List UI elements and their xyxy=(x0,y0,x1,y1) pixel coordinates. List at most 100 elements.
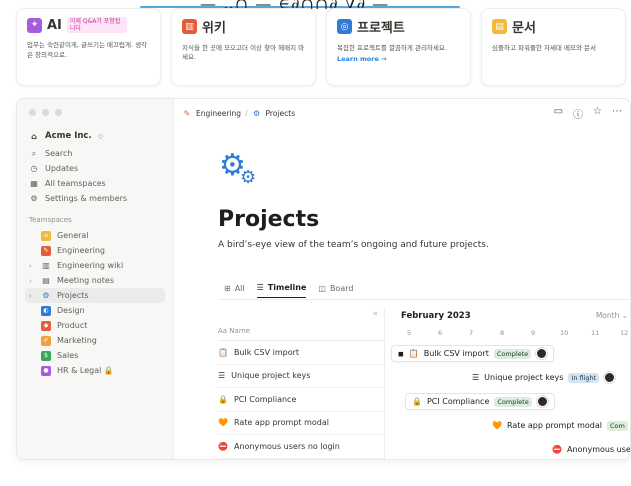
sidebar-item-label: Settings & members xyxy=(45,194,128,203)
sidebar-item-label: Updates xyxy=(45,164,79,173)
table-row[interactable]: ⛔ Anonymous users no login xyxy=(218,435,384,459)
bar-label: Bulk CSV import xyxy=(423,349,489,358)
sidebar-item-marketing[interactable]: ✐ Marketing xyxy=(25,333,165,348)
learn-more-link[interactable]: Learn more → xyxy=(337,55,460,63)
info-icon[interactable]: ⓘ xyxy=(573,106,583,121)
table-row[interactable]: 🔒 PCI Compliance xyxy=(218,388,384,412)
card-docs[interactable]: ▤ 문서 심플하고 파워풀한 자세대 메모와 문서 xyxy=(481,8,626,86)
bar-label: Anonymous use xyxy=(566,445,631,454)
card-projects[interactable]: ◎ 프로젝트 복잡한 프로젝트를 깔끔하게 관리하세요. Learn more … xyxy=(326,8,471,86)
sidebar-item-label: Sales xyxy=(57,351,79,360)
sidebar-item-engineering[interactable]: ✎ Engineering xyxy=(25,243,165,258)
home-icon: ⌂ xyxy=(31,131,37,141)
wrench-icon: ✎ xyxy=(41,245,51,256)
timeline-days: 5 6 7 8 9 10 11 12 xyxy=(385,329,630,343)
gears-icon: ⚙ xyxy=(42,291,50,300)
sidebar-item-design[interactable]: ◐ Design xyxy=(25,303,165,318)
collapse-icon[interactable]: « xyxy=(372,309,378,319)
clock-icon: ◷ xyxy=(30,164,38,173)
project-name: Unique project keys xyxy=(231,371,311,381)
card-description: 복잡한 프로젝트를 깔끔하게 관리하세요. xyxy=(337,44,447,52)
sidebar-item-all-teamspaces[interactable]: ▦ All teamspaces xyxy=(25,176,165,191)
timeline-bar[interactable]: 🔒 PCI Compliance Complete xyxy=(405,393,555,410)
tab-timeline[interactable]: ☰ Timeline xyxy=(256,283,307,298)
table-row[interactable]: ☰ Unique project keys xyxy=(218,365,384,388)
avatar xyxy=(536,396,548,407)
timeline-scale-select[interactable]: Month ⌄ xyxy=(596,311,628,320)
switch-icon: ◇ xyxy=(97,132,104,140)
project-icon: ☰ xyxy=(218,371,226,381)
star-icon[interactable]: ☆ xyxy=(593,106,602,121)
card-title: AI xyxy=(47,17,62,33)
timeline-month: February 2023 xyxy=(401,311,471,321)
tab-all[interactable]: ⊞ All xyxy=(224,283,245,298)
table-row[interactable]: 🧡 Rate app prompt modal xyxy=(218,412,384,435)
home-icon: ⌂ xyxy=(41,230,51,241)
breadcrumb: ✎ Engineering / ⚙ Projects xyxy=(182,108,295,118)
sidebar-item-hr-legal[interactable]: ● HR & Legal 🔒 xyxy=(25,363,165,378)
tab-board[interactable]: ◫ Board xyxy=(318,283,353,298)
breadcrumb-current[interactable]: Projects xyxy=(266,109,296,118)
bar-icon: ⛔ xyxy=(552,445,562,454)
chevron-right-icon[interactable]: › xyxy=(29,262,35,270)
bar-label: PCI Compliance xyxy=(426,397,490,406)
sidebar-item-search[interactable]: ⌕ Search xyxy=(25,146,165,161)
sidebar-item-label: HR & Legal 🔒 xyxy=(57,366,114,375)
comment-icon[interactable]: ▭ xyxy=(554,106,563,121)
bar-icon: 🔒 xyxy=(412,397,422,406)
timeline-bar[interactable]: ☰ Unique project keys In flight xyxy=(465,369,623,386)
sidebar-item-meeting-notes[interactable]: › ▤ Meeting notes xyxy=(25,273,165,288)
project-icon: ⛔ xyxy=(218,441,228,451)
sidebar-item-engineering-wiki[interactable]: › ▥ Engineering wiki xyxy=(25,258,165,273)
more-icon[interactable]: ⋯ xyxy=(612,106,622,121)
status-badge: In flight xyxy=(568,372,600,383)
timeline-bar[interactable]: ◼ 📋 Bulk CSV import Complete xyxy=(391,345,555,362)
project-icon: 🧡 xyxy=(218,418,228,428)
sparkle-icon: ✦ xyxy=(27,17,42,33)
day-label: 6 xyxy=(438,329,443,337)
timeline-icon: ☰ xyxy=(256,283,264,292)
sidebar-item-updates[interactable]: ◷ Updates xyxy=(25,161,165,176)
breadcrumb-parent[interactable]: Engineering xyxy=(196,109,241,118)
card-wiki[interactable]: ▥ 위키 지식을 한 곳에 모으고더 이상 찾아 헤매지 마세요. xyxy=(171,8,316,86)
timeline-chart: February 2023 Month ⌄ 5 6 7 8 9 10 11 12… xyxy=(384,309,631,459)
doc-icon: ▤ xyxy=(492,19,507,34)
sidebar-item-label: Product xyxy=(57,321,88,330)
card-description: 업무는 숙련같이게, 글쓰기는 매끄럽게. 생각은 창의적으로. xyxy=(27,41,148,59)
card-title: 문서 xyxy=(512,21,536,36)
day-label: 5 xyxy=(407,329,412,337)
day-label: 12 xyxy=(620,329,629,337)
card-title: 프로젝트 xyxy=(357,21,405,36)
main-content: ✎ Engineering / ⚙ Projects ▭ ⓘ ☆ ⋯ ⚙ ⚙ P… xyxy=(174,99,631,459)
sidebar-item-sales[interactable]: $ Sales xyxy=(25,348,165,363)
bar-label: Rate app prompt modal xyxy=(506,421,602,430)
minimize-dot[interactable] xyxy=(42,109,49,116)
sidebar-item-settings[interactable]: ⚙ Settings & members xyxy=(25,191,165,206)
day-label: 11 xyxy=(591,329,600,337)
target-icon: ◎ xyxy=(337,19,352,34)
project-name: Rate app prompt modal xyxy=(233,418,329,428)
tab-label: All xyxy=(234,283,245,293)
timeline-bar[interactable]: 🧡 Rate app prompt modal Com xyxy=(485,417,630,434)
card-description: 심플하고 파워풀한 자세대 메모와 문서 xyxy=(492,44,596,52)
card-badge: 이제 Q&A가 포함됩니다 xyxy=(66,17,127,34)
drag-handle-icon[interactable]: ◼ xyxy=(398,350,404,358)
maximize-dot[interactable] xyxy=(55,109,62,116)
book-icon: ▥ xyxy=(182,19,197,34)
page-title: Projects xyxy=(218,207,320,232)
sidebar-item-general[interactable]: ⌂ General xyxy=(25,228,165,243)
timeline-bar[interactable]: ⛔ Anonymous use xyxy=(545,441,631,458)
cube-icon: ◆ xyxy=(41,320,51,331)
chevron-right-icon[interactable]: › xyxy=(29,277,35,285)
sidebar-item-projects[interactable]: › ⚙ Projects xyxy=(25,288,165,303)
workspace-switcher[interactable]: ⌂ Acme Inc. ◇ xyxy=(25,128,165,144)
table-row[interactable]: 📋 Bulk CSV import xyxy=(218,341,384,365)
card-ai[interactable]: ✦ AI 이제 Q&A가 포함됩니다 업무는 숙련같이게, 글쓰기는 매끄럽게.… xyxy=(16,8,161,86)
close-dot[interactable] xyxy=(29,109,36,116)
tab-label: Timeline xyxy=(267,283,307,292)
top-bar: ✎ Engineering / ⚙ Projects ▭ ⓘ ☆ ⋯ xyxy=(174,99,630,127)
sidebar-item-product[interactable]: ◆ Product xyxy=(25,318,165,333)
card-title: 위키 xyxy=(202,21,226,36)
day-label: 10 xyxy=(560,329,569,337)
chevron-right-icon[interactable]: › xyxy=(29,292,35,300)
